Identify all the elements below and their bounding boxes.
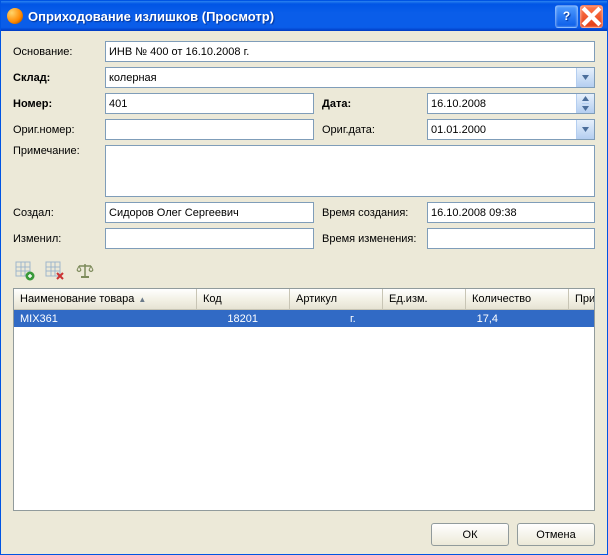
date-input[interactable] [428, 94, 576, 113]
help-button[interactable]: ? [555, 5, 578, 28]
app-icon [7, 8, 23, 24]
cell-name: MIX361 [14, 312, 184, 326]
label-modified-by: Изменил: [13, 233, 105, 245]
warehouse-input[interactable] [106, 68, 576, 87]
window-title: Оприходование излишков (Просмотр) [28, 9, 553, 24]
warehouse-combo[interactable] [105, 67, 595, 88]
column-name[interactable]: Наименование товара▲ [14, 289, 197, 309]
chevron-down-icon[interactable] [576, 120, 594, 139]
label-warehouse: Склад: [13, 72, 105, 84]
chevron-down-icon[interactable] [576, 68, 594, 87]
orig-date-combo[interactable] [427, 119, 595, 140]
label-modified-at: Время изменения: [322, 233, 427, 245]
cell-code: 18201 [184, 312, 264, 326]
sort-asc-icon: ▲ [138, 295, 146, 304]
dialog-buttons: ОК Отмена [13, 511, 595, 546]
label-created-by: Создал: [13, 207, 105, 219]
modified-by-input[interactable] [105, 228, 314, 249]
label-created-at: Время создания: [322, 207, 427, 219]
modified-at-input[interactable] [427, 228, 595, 249]
number-input[interactable] [105, 93, 314, 114]
basis-input[interactable] [105, 41, 595, 62]
cell-unit: г. [344, 312, 414, 326]
balance-button[interactable] [73, 260, 97, 282]
items-grid[interactable]: Наименование товара▲ Код Артикул Ед.изм.… [13, 288, 595, 511]
orig-number-input[interactable] [105, 119, 314, 140]
column-article[interactable]: Артикул [290, 289, 383, 309]
spinner-buttons[interactable] [576, 94, 594, 113]
created-at-input[interactable] [427, 202, 595, 223]
add-row-button[interactable] [13, 260, 37, 282]
cell-qty: 17,4 [414, 312, 504, 326]
note-textarea[interactable] [105, 145, 595, 197]
created-by-input[interactable] [105, 202, 314, 223]
window: Оприходование излишков (Просмотр) ? Осно… [0, 0, 608, 555]
grid-body: MIX361 18201 г. 17,4 [14, 310, 594, 510]
orig-date-input[interactable] [428, 120, 576, 139]
cell-article [264, 318, 344, 320]
column-code[interactable]: Код [197, 289, 290, 309]
cancel-button[interactable]: Отмена [517, 523, 595, 546]
label-number: Номер: [13, 98, 105, 110]
label-note: Примечание: [13, 145, 105, 157]
close-button[interactable] [580, 5, 603, 28]
label-orig-number: Ориг.номер: [13, 124, 105, 136]
table-row[interactable]: MIX361 18201 г. 17,4 [14, 310, 594, 327]
column-note[interactable]: Примечание [569, 289, 594, 309]
column-unit[interactable]: Ед.изм. [383, 289, 466, 309]
date-spinner[interactable] [427, 93, 595, 114]
label-orig-date: Ориг.дата: [322, 124, 427, 136]
label-basis: Основание: [13, 46, 105, 58]
client-area: Основание: Склад: Номер: Дата: [1, 31, 607, 554]
delete-row-button[interactable] [43, 260, 67, 282]
label-date: Дата: [322, 98, 427, 110]
titlebar: Оприходование излишков (Просмотр) ? [1, 1, 607, 31]
toolbar [13, 260, 595, 282]
grid-header: Наименование товара▲ Код Артикул Ед.изм.… [14, 289, 594, 310]
column-qty[interactable]: Количество [466, 289, 569, 309]
cell-note [504, 318, 594, 320]
ok-button[interactable]: ОК [431, 523, 509, 546]
